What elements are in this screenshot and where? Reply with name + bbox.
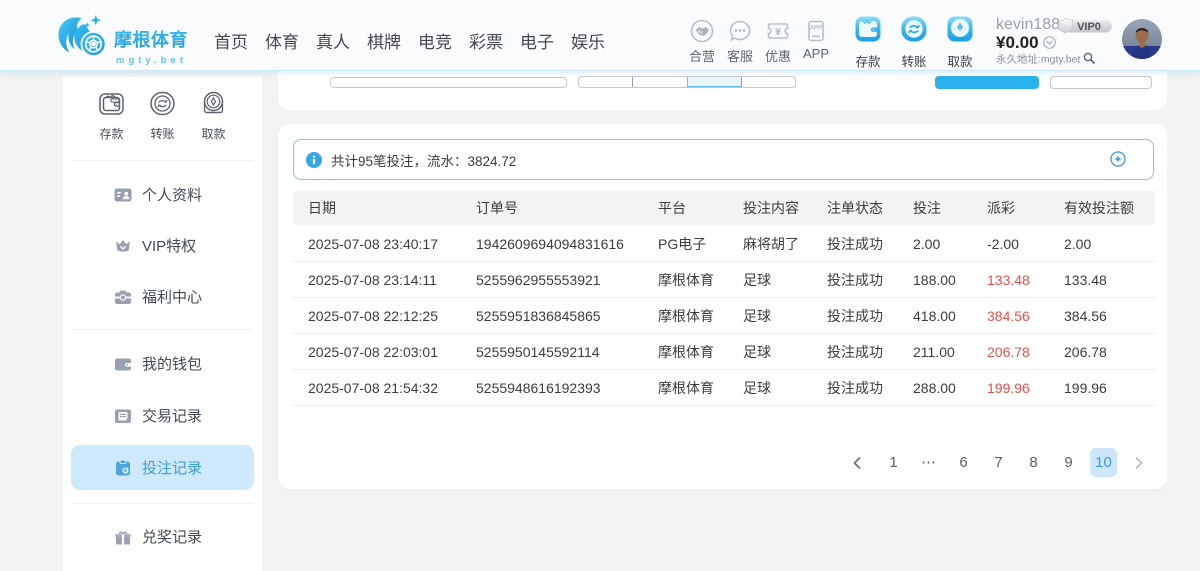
svg-text:VIP0: VIP0 [1077,21,1101,33]
svg-text:¥: ¥ [775,26,781,38]
svg-text:APP: APP [810,26,822,32]
